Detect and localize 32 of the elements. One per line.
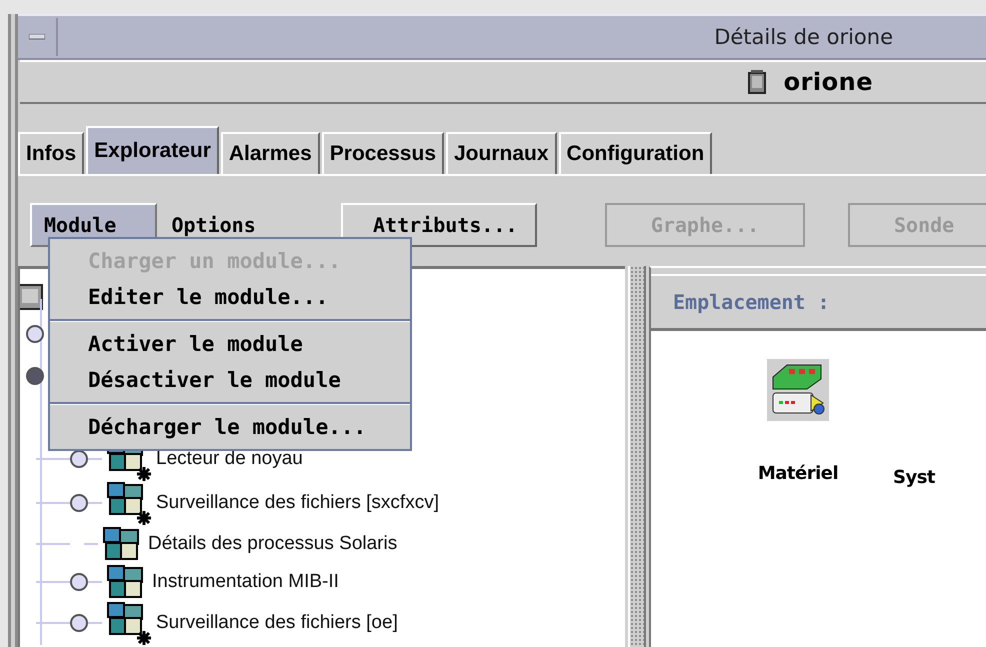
expander-handle[interactable] (26, 325, 44, 343)
tab[interactable]: Alarmes (220, 132, 320, 174)
menu-item[interactable]: Activer le module (50, 326, 410, 362)
tree-item[interactable]: Lecteur de noyau (156, 448, 303, 470)
server-icon (20, 283, 44, 311)
tab[interactable]: Journaux (446, 132, 557, 174)
location-label: Emplacement : (673, 290, 830, 314)
tree-item[interactable]: Détails des processus Solaris (148, 533, 398, 555)
splitter-handle[interactable] (628, 266, 646, 647)
host-name: orione (784, 68, 873, 96)
menu-item[interactable]: Désactiver le module (50, 362, 410, 398)
tab[interactable]: Infos (18, 132, 84, 174)
expander-handle[interactable] (70, 450, 88, 468)
icon-label[interactable]: Matériel (758, 463, 838, 484)
tab[interactable]: Explorateur (86, 126, 219, 174)
expander-handle[interactable] (70, 614, 88, 632)
toolbar-button[interactable]: Attributs... (341, 203, 537, 247)
icon-label[interactable]: Syst (893, 467, 936, 488)
tree-item[interactable]: Surveillance des fichiers [sxcfxcv] (156, 492, 439, 514)
expander-handle[interactable] (70, 494, 88, 512)
menu-item[interactable]: Editer le module... (50, 279, 410, 315)
tree-item[interactable]: Surveillance des fichiers [oe] (156, 612, 398, 634)
hardware-icon[interactable] (767, 359, 829, 421)
tab[interactable]: Configuration (558, 132, 712, 174)
menu-item[interactable]: Décharger le module... (50, 409, 410, 445)
expander-handle[interactable] (26, 367, 44, 385)
window-title: Détails de orione (714, 25, 893, 49)
tree-item[interactable]: Instrumentation MIB-II (152, 571, 339, 593)
host-icon (748, 70, 766, 94)
expander-handle[interactable] (70, 573, 88, 591)
tab[interactable]: Processus (322, 132, 444, 174)
minimize-icon[interactable] (29, 34, 45, 40)
